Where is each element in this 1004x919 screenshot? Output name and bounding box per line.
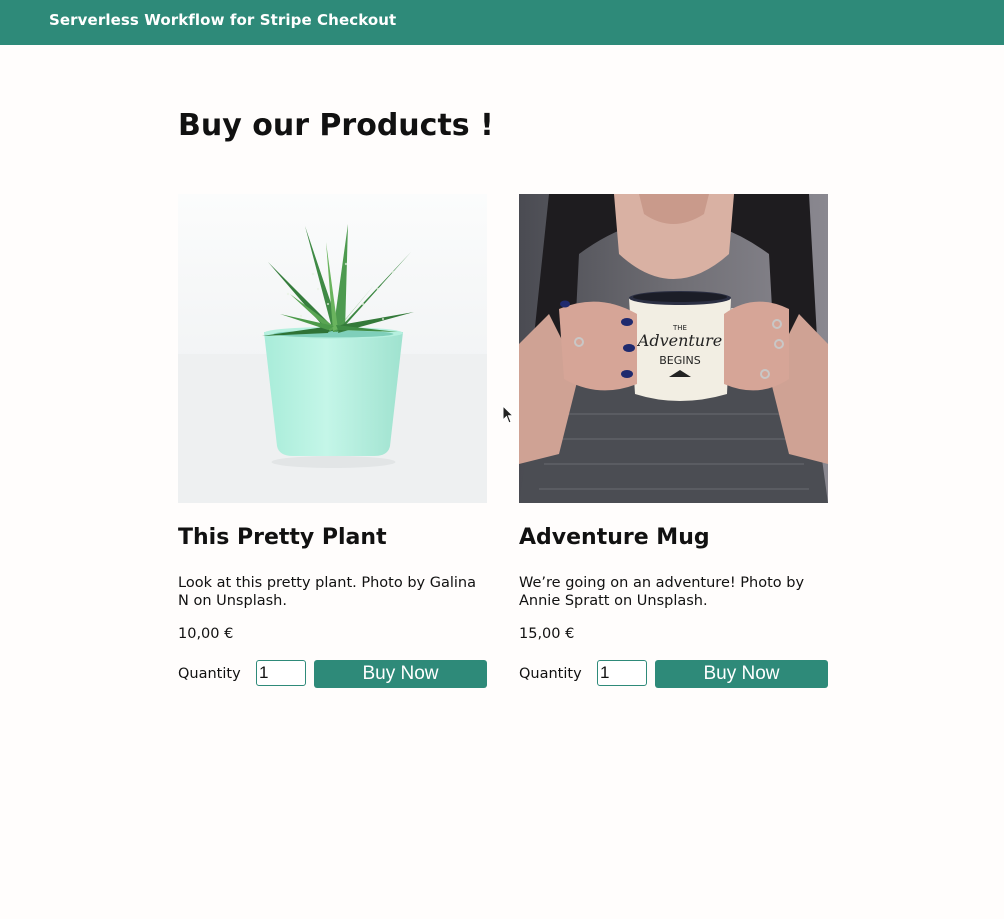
buy-now-button[interactable]: Buy Now [655, 660, 828, 688]
app-title[interactable]: Serverless Workflow for Stripe Checkout [49, 11, 396, 29]
quantity-label: Quantity [178, 666, 241, 682]
mouse-cursor-icon [502, 405, 514, 424]
product-card-plant: This Pretty Plant Look at this pretty pl… [178, 194, 487, 688]
product-price: 15,00 € [519, 626, 575, 642]
purchase-row: Quantity Buy Now [178, 660, 487, 688]
product-name: This Pretty Plant [178, 525, 387, 550]
product-description: Look at this pretty plant. Photo by Gali… [178, 575, 476, 609]
buy-now-button[interactable]: Buy Now [314, 660, 487, 688]
quantity-input[interactable] [256, 660, 306, 686]
page-title: Buy our Products ! [178, 108, 494, 143]
svg-text:BEGINS: BEGINS [659, 354, 700, 367]
quantity-input[interactable] [597, 660, 647, 686]
product-card-mug: THE Adventure BEGINS Adventure Mug We’re… [519, 194, 828, 688]
top-navbar: Serverless Workflow for Stripe Checkout [0, 0, 1004, 45]
product-image-mug: THE Adventure BEGINS [519, 194, 828, 503]
product-price: 10,00 € [178, 626, 234, 642]
product-name: Adventure Mug [519, 525, 710, 550]
product-image-plant [178, 194, 487, 503]
quantity-label: Quantity [519, 666, 582, 682]
product-description: We’re going on an adventure! Photo by An… [519, 575, 805, 609]
purchase-row: Quantity Buy Now [519, 660, 828, 688]
svg-text:Adventure: Adventure [636, 331, 722, 350]
